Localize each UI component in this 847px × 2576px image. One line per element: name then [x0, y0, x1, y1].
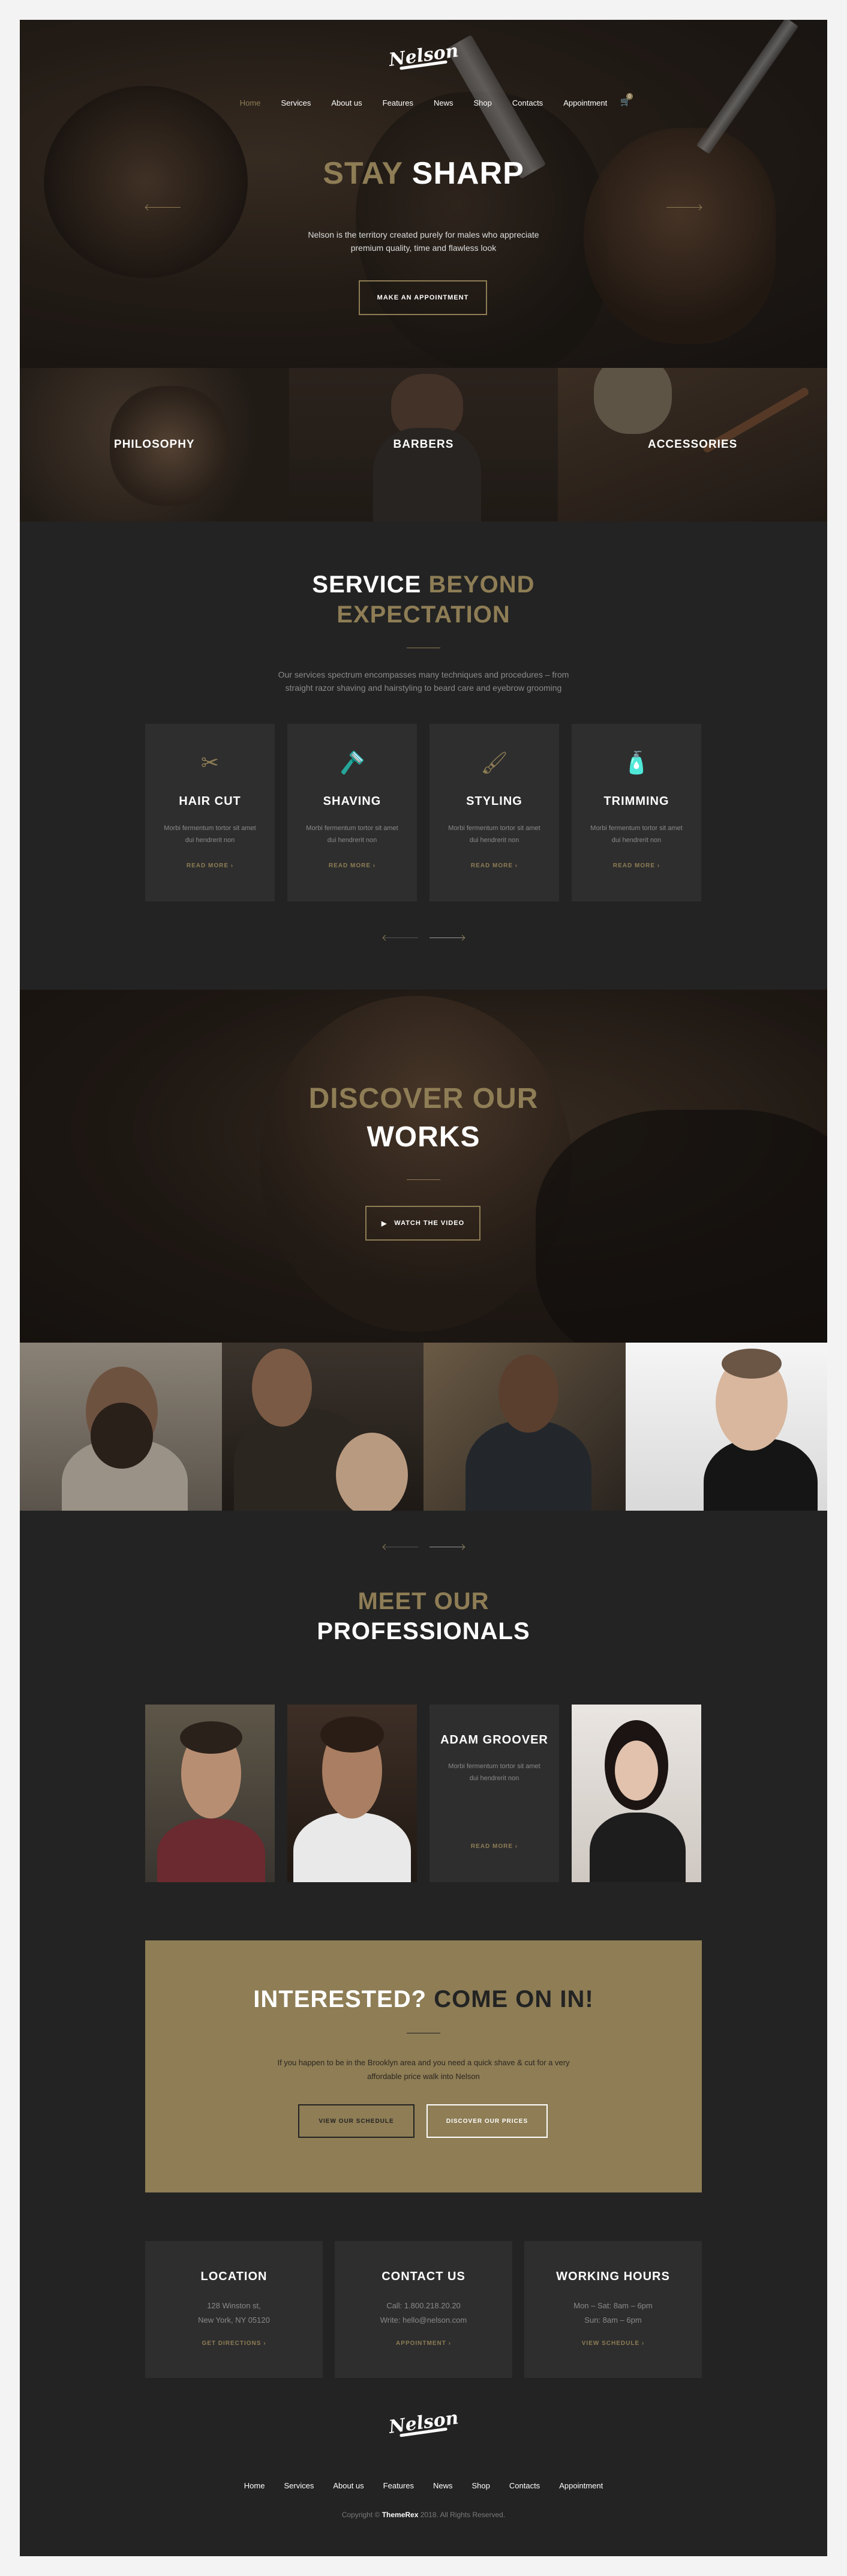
services-next-arrow[interactable]: [429, 937, 464, 938]
cta-text: If you happen to be in the Brooklyn area…: [277, 2058, 570, 2081]
service-card-styling[interactable]: 🖌 STYLING Morbi fermentum tortor sit ame…: [429, 724, 559, 901]
footer-nav: Home Services About us Features News Sho…: [20, 2481, 827, 2490]
razor-icon: 🪒: [338, 750, 366, 775]
hero-section: Nelson Home Services About us Features N…: [20, 20, 827, 368]
nav-item-home[interactable]: Home: [240, 98, 261, 107]
nav-item-news[interactable]: News: [434, 98, 453, 107]
footer-logo[interactable]: Nelson: [388, 2407, 459, 2446]
nav-item-about[interactable]: About us: [331, 98, 362, 107]
team-member-name: ADAM GROOVER: [440, 1733, 548, 1747]
services-title: SERVICE BEYOND EXPECTATION: [312, 571, 535, 628]
get-directions-link[interactable]: GET DIRECTIONS ›: [145, 2340, 323, 2347]
services-description: Our services spectrum encompasses many t…: [278, 670, 569, 693]
scissors-icon: ✂: [200, 750, 220, 775]
team-member-photo-2[interactable]: [287, 1705, 417, 1882]
footer-nav-features[interactable]: Features: [383, 2481, 414, 2490]
footer-nav-contacts[interactable]: Contacts: [509, 2481, 540, 2490]
cta-section: INTERESTED? COME ON IN! If you happen to…: [145, 1940, 702, 2192]
page-frame: Nelson Home Services About us Features N…: [20, 20, 827, 2556]
read-more-link[interactable]: READ MORE ›: [572, 862, 701, 869]
hero-prev-arrow[interactable]: [146, 207, 181, 208]
category-strip: PHILOSOPHY BARBERS ACCESSORIES: [20, 368, 827, 522]
copyright: Copyright © ThemeRex 2018. All Rights Re…: [341, 2511, 506, 2519]
footer-nav-services[interactable]: Services: [284, 2481, 314, 2490]
cart-count-badge: 0: [626, 93, 633, 100]
gallery-image-1[interactable]: [20, 1343, 222, 1511]
discover-prices-button[interactable]: Discover our prices: [426, 2104, 548, 2138]
copyright-brand-link[interactable]: ThemeRex: [382, 2511, 419, 2519]
team-title: MEET OUR PROFESSIONALS: [317, 1588, 530, 1645]
bottle-icon: 🧴: [623, 750, 650, 775]
gallery-image-3[interactable]: [424, 1343, 626, 1511]
hero-title: STAY SHARP: [323, 156, 524, 191]
watch-video-button[interactable]: ▶ Watch the video: [365, 1206, 480, 1241]
cta-title: INTERESTED? COME ON IN!: [253, 1986, 594, 2012]
nav-item-appointment[interactable]: Appointment: [563, 98, 607, 107]
brand-logo[interactable]: Nelson: [388, 40, 459, 79]
footer-nav-about[interactable]: About us: [333, 2481, 364, 2490]
appointment-link[interactable]: APPOINTMENT ›: [335, 2340, 512, 2347]
service-card-haircut[interactable]: ✂ HAIR CUT Morbi fermentum tortor sit am…: [145, 724, 275, 901]
category-barbers[interactable]: BARBERS: [289, 368, 558, 522]
nav-item-features[interactable]: Features: [383, 98, 413, 107]
main-nav: Home Services About us Features News Sho…: [20, 98, 827, 107]
nav-item-contacts[interactable]: Contacts: [512, 98, 543, 107]
brush-icon: 🖌: [480, 750, 508, 775]
read-more-link[interactable]: READ MORE ›: [429, 1843, 559, 1850]
hero-next-arrow[interactable]: [666, 207, 701, 208]
service-card-trimming[interactable]: 🧴 TRIMMING Morbi fermentum tortor sit am…: [572, 724, 701, 901]
info-location: LOCATION 128 Winston st, New York, NY 051…: [145, 2241, 323, 2378]
hero-subtitle: Nelson is the territory created purely f…: [308, 230, 539, 253]
discover-section: DISCOVER OUR WORKS ▶ Watch the video: [20, 990, 827, 1343]
nav-item-services[interactable]: Services: [281, 98, 311, 107]
view-schedule-button[interactable]: View our schedule: [298, 2104, 415, 2138]
category-philosophy[interactable]: PHILOSOPHY: [20, 368, 289, 522]
read-more-link[interactable]: READ MORE ›: [287, 862, 417, 869]
team-member-card[interactable]: ADAM GROOVER Morbi fermentum tortor sit …: [429, 1705, 559, 1882]
footer-nav-news[interactable]: News: [433, 2481, 453, 2490]
gallery-image-4[interactable]: [625, 1343, 827, 1511]
view-schedule-link[interactable]: VIEW SCHEDULE ›: [524, 2340, 702, 2347]
info-contact: CONTACT US Call: 1.800.218.20.20 Write: h…: [335, 2241, 512, 2378]
nav-item-shop[interactable]: Shop: [474, 98, 492, 107]
play-icon: ▶: [381, 1220, 388, 1227]
cart-icon[interactable]: 🛒 0: [620, 93, 633, 107]
make-appointment-button[interactable]: Make an appointment: [359, 280, 487, 315]
service-card-shaving[interactable]: 🪒 SHAVING Morbi fermentum tortor sit ame…: [287, 724, 417, 901]
info-working-hours: WORKING HOURS Mon – Sat: 8am – 6pm Sun: 8…: [524, 2241, 702, 2378]
footer-nav-home[interactable]: Home: [244, 2481, 265, 2490]
services-prev-arrow[interactable]: [383, 937, 418, 938]
read-more-link[interactable]: READ MORE ›: [145, 862, 275, 869]
read-more-link[interactable]: READ MORE ›: [429, 862, 559, 869]
team-member-photo-1[interactable]: [145, 1705, 275, 1882]
gallery-image-2[interactable]: [221, 1343, 424, 1511]
footer-nav-appointment[interactable]: Appointment: [559, 2481, 603, 2490]
works-gallery: [20, 1343, 827, 1511]
category-accessories[interactable]: ACCESSORIES: [558, 368, 827, 522]
team-member-photo-4[interactable]: [572, 1705, 701, 1882]
footer-nav-shop[interactable]: Shop: [472, 2481, 490, 2490]
discover-title: DISCOVER OUR WORKS: [308, 1083, 539, 1153]
